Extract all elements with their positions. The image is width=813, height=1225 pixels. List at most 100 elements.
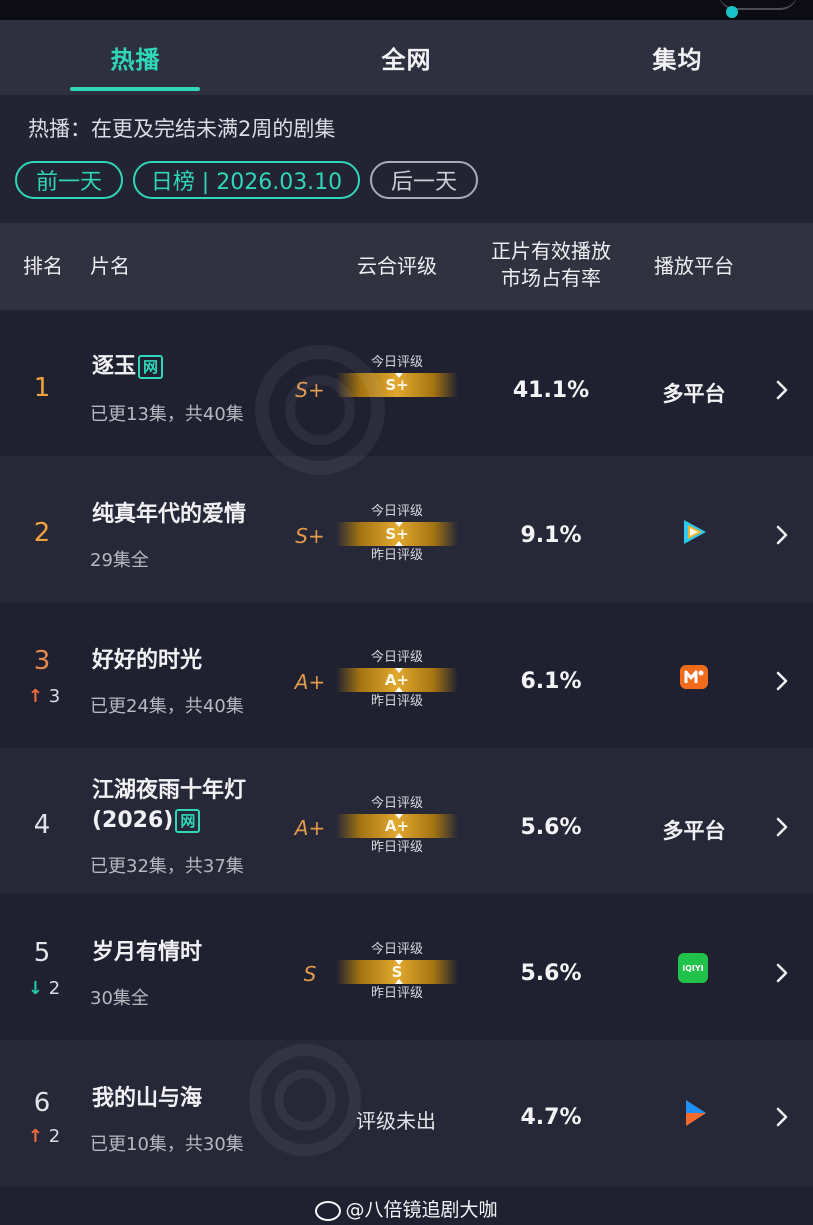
- today-marker: [395, 960, 403, 965]
- show-title: 纯真年代的爱情: [92, 502, 247, 527]
- show-title: 好好的时光: [92, 648, 203, 673]
- rank-change: ↑ 3: [22, 686, 66, 707]
- today-rating-label: 今日评级: [370, 355, 423, 370]
- episode-progress: 30集全: [90, 988, 149, 1009]
- chevron-right-icon[interactable]: [770, 961, 794, 985]
- market-share: 9.1%: [520, 523, 582, 548]
- market-share: 6.1%: [520, 669, 582, 694]
- episode-progress: 已更13集，共40集: [90, 404, 244, 425]
- show-title-text: 江湖夜雨十年灯 (2026): [92, 778, 247, 833]
- filter-description: 热播：在更及完结未满2周的剧集: [28, 117, 336, 141]
- yesterday-marker: [395, 541, 403, 546]
- arrow-up-icon: ↑: [27, 1126, 43, 1147]
- today-marker: [395, 814, 403, 819]
- table-row[interactable]: 3 ↑ 3 好好的时光 已更24集，共40集 A+ 今日评级 A+ 昨日评级 6…: [0, 602, 813, 748]
- rank-change: ↓ 2: [22, 978, 66, 999]
- show-title: 逐玉网: [92, 352, 292, 382]
- chevron-right-icon[interactable]: [770, 815, 794, 839]
- filter-panel: 热播：在更及完结未满2周的剧集 前一天 日榜 | 2026.03.10 后一天: [0, 95, 813, 223]
- platform-label: 多平台: [662, 382, 726, 406]
- web-drama-tag: 网: [175, 809, 201, 833]
- today-rating-label: 今日评级: [370, 796, 423, 811]
- tab-hot[interactable]: 热播: [0, 20, 271, 95]
- chevron-right-icon[interactable]: [770, 1105, 794, 1129]
- iqiyi-icon-text: iQIYI: [682, 963, 704, 973]
- date-selector[interactable]: 日榜 | 2026.03.10: [133, 161, 360, 199]
- iqiyi-icon: iQIYI: [678, 953, 708, 983]
- rating-bar: S: [336, 960, 458, 984]
- column-header-rank: 排名: [23, 254, 63, 278]
- show-title: 我的山与海: [92, 1086, 203, 1111]
- active-tab-underline: [70, 87, 200, 91]
- rank-change-value: 2: [48, 978, 61, 999]
- top-strip: [0, 0, 813, 20]
- arrow-down-icon: ↓: [27, 978, 43, 999]
- table-row[interactable]: 6 ↑ 2 我的山与海 已更10集，共30集 评级未出 4.7%: [0, 1040, 813, 1186]
- grade-letter: A+: [294, 816, 326, 840]
- arrow-up-icon: ↑: [27, 686, 43, 707]
- tencent-video-icon: [684, 520, 706, 544]
- show-title: 岁月有情时: [92, 940, 203, 965]
- rating-pending: 评级未出: [356, 1109, 436, 1133]
- next-day-button[interactable]: 后一天: [370, 161, 478, 199]
- web-drama-tag: 网: [138, 355, 164, 379]
- market-share: 41.1%: [512, 378, 590, 403]
- platform-label: 多平台: [662, 819, 726, 843]
- rating-bar: A+: [336, 668, 458, 692]
- grade-letter: S: [303, 962, 317, 986]
- weibo-icon: [315, 1200, 342, 1221]
- column-header-share-line2: 市场占有率: [501, 266, 601, 290]
- tab-episode-average-label: 集均: [652, 46, 703, 74]
- today-marker: [395, 373, 403, 378]
- yesterday-rating-label: 昨日评级: [370, 694, 423, 709]
- rating-gauge: 今日评级 S+ 昨日评级: [336, 504, 458, 564]
- rank-number: 2: [33, 518, 51, 548]
- rank-number: 4: [33, 810, 51, 840]
- tab-episode-average[interactable]: 集均: [542, 20, 813, 95]
- rating-bar: S+: [336, 522, 458, 546]
- episode-progress: 已更24集，共40集: [90, 696, 244, 717]
- yesterday-marker: [395, 687, 403, 692]
- tab-bar: 热播 全网 集均: [0, 20, 813, 95]
- yesterday-rating-label: 昨日评级: [370, 986, 423, 1001]
- today-rating-label: 今日评级: [370, 650, 423, 665]
- column-header-platform: 播放平台: [654, 254, 734, 278]
- episode-progress: 已更32集，共37集: [90, 856, 244, 877]
- rank-number: 1: [33, 373, 51, 403]
- chevron-right-icon[interactable]: [770, 669, 794, 693]
- footer-text: @八倍镜追剧大咖: [345, 1199, 498, 1221]
- rank-number: 6: [33, 1088, 51, 1118]
- rank-number: 3: [33, 646, 51, 676]
- rating-gauge: 今日评级 A+ 昨日评级: [336, 650, 458, 710]
- today-marker: [395, 668, 403, 673]
- rank-number: 5: [33, 938, 51, 968]
- yesterday-marker: [395, 833, 403, 838]
- tab-all-network[interactable]: 全网: [271, 20, 542, 95]
- tab-all-network-label: 全网: [381, 46, 432, 74]
- yesterday-rating-label: 昨日评级: [370, 548, 423, 563]
- market-share: 5.6%: [520, 961, 582, 986]
- rank-change-value: 3: [48, 686, 61, 707]
- column-header-share-line1: 正片有效播放: [491, 239, 611, 263]
- table-row[interactable]: 2 纯真年代的爱情 29集全 S+ 今日评级 S+ 昨日评级 9.1%: [0, 456, 813, 602]
- table-row[interactable]: 4 江湖夜雨十年灯 (2026) 网 已更32集，共37集 A+ 今日评级 A+ …: [0, 748, 813, 894]
- yesterday-marker: [395, 979, 403, 984]
- today-rating-label: 今日评级: [370, 504, 423, 519]
- tab-hot-label: 热播: [110, 46, 161, 74]
- table-row[interactable]: 1 逐玉网 已更13集，共40集 S+ 今日评级 S+ 41.1% 多平台: [0, 310, 813, 456]
- rating-gauge: 今日评级 A+ 昨日评级: [336, 796, 458, 856]
- chevron-right-icon[interactable]: [770, 523, 794, 547]
- rating-bar: S+: [336, 373, 458, 397]
- youku-icon: [686, 1100, 706, 1126]
- rating-bar-grade: S+: [385, 376, 409, 394]
- footer: @八倍镜追剧大咖: [0, 1195, 813, 1225]
- show-title: 江湖夜雨十年灯 (2026) 网: [92, 776, 272, 836]
- grade-letter: A+: [294, 670, 326, 694]
- episode-progress: 已更10集，共30集: [90, 1134, 244, 1155]
- rating-bar: A+: [336, 814, 458, 838]
- table-row[interactable]: 5 ↓ 2 岁月有情时 30集全 S 今日评级 S 昨日评级 5.6% iQIY…: [0, 894, 813, 1040]
- chevron-right-icon[interactable]: [770, 378, 794, 402]
- rating-gauge: 今日评级 S+: [336, 355, 458, 399]
- prev-day-button[interactable]: 前一天: [15, 161, 123, 199]
- indicator-dot: [726, 6, 738, 18]
